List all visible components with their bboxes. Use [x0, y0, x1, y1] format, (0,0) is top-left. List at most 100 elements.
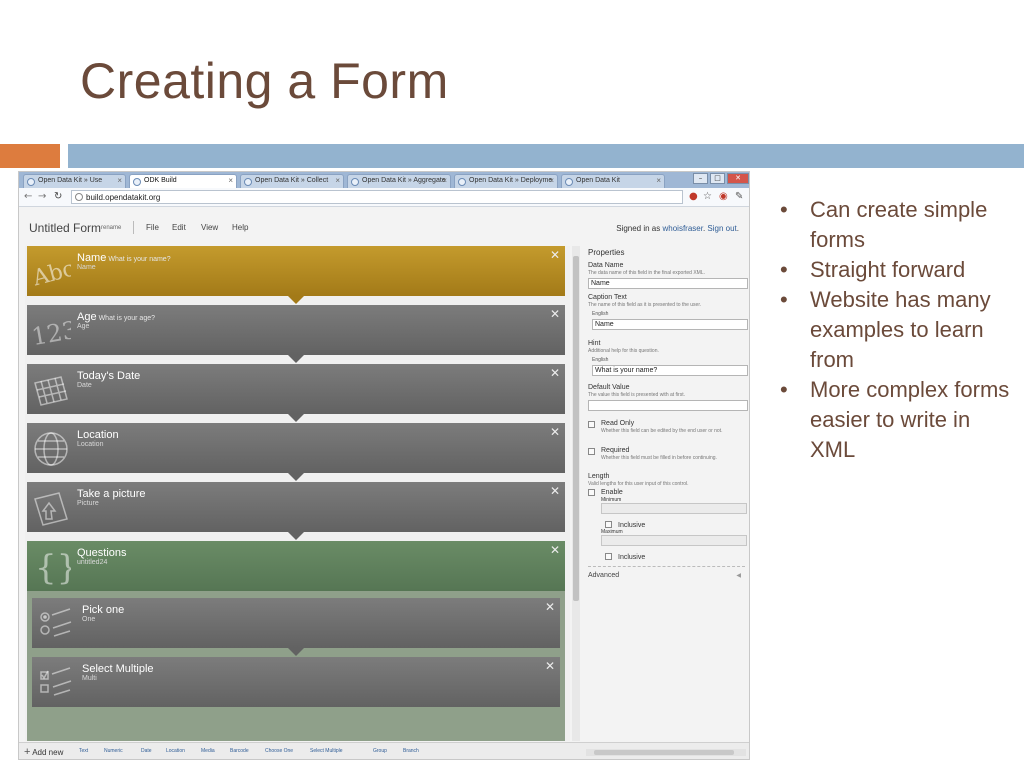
canvas-scrollbar[interactable] — [572, 246, 580, 741]
tab-odk-deployment[interactable]: Open Data Kit » Deployme × — [454, 174, 558, 188]
forward-icon[interactable]: → — [38, 191, 46, 202]
checkbox-label: Inclusive — [618, 554, 646, 561]
control-date[interactable]: Today's Date Date ✕ — [27, 364, 565, 422]
add-new-text: Add new — [32, 748, 64, 757]
tab-odk-aggregate[interactable]: Open Data Kit » Aggregate × — [347, 174, 451, 188]
close-icon[interactable]: ✕ — [550, 366, 560, 380]
control-select-multiple[interactable]: Select Multiple Multi ✕ — [32, 657, 560, 707]
advanced-section-toggle[interactable]: Advanced ◀ — [588, 566, 745, 579]
close-icon[interactable]: × — [549, 176, 554, 185]
tab-odk[interactable]: Open Data Kit × — [561, 174, 665, 188]
wrench-icon[interactable]: ✎ — [735, 191, 743, 202]
checkbox[interactable] — [588, 489, 595, 496]
add-choose-one-button[interactable]: Choose One — [265, 748, 293, 754]
sign-out-link[interactable]: Sign out — [707, 224, 736, 233]
checkbox[interactable] — [588, 421, 595, 428]
minimize-icon[interactable]: – — [693, 173, 708, 184]
language-label: English — [592, 311, 609, 317]
close-icon[interactable]: ✕ — [550, 307, 560, 321]
star-icon[interactable]: ☆ — [703, 191, 712, 202]
close-icon[interactable]: ✕ — [545, 659, 555, 673]
caption-input[interactable]: Name — [592, 319, 748, 330]
reload-icon[interactable]: ↻ — [54, 191, 62, 202]
close-icon[interactable]: × — [228, 176, 233, 185]
field-description: Additional help for this question. — [588, 348, 659, 354]
tab-label: Open Data Kit » Use — [38, 177, 103, 184]
close-icon[interactable]: ✕ — [550, 543, 560, 557]
add-group-button[interactable]: Group — [373, 748, 387, 754]
control-questions-group[interactable]: {} Questions untitled24 ✕ — [27, 541, 565, 591]
control-title: Age — [77, 311, 97, 323]
close-icon[interactable]: ✕ — [550, 484, 560, 498]
menu-file[interactable]: File — [146, 223, 159, 232]
maximum-field: Maximum — [601, 529, 747, 546]
close-icon[interactable]: ✕ — [545, 600, 555, 614]
close-icon[interactable]: × — [656, 176, 661, 185]
checkbox[interactable] — [588, 448, 595, 455]
close-icon[interactable]: × — [442, 176, 447, 185]
close-icon[interactable]: ✕ — [550, 248, 560, 262]
add-branch-button[interactable]: Branch — [403, 748, 419, 754]
bullet-list: Can create simple forms Straight forward… — [778, 195, 1013, 465]
add-location-button[interactable]: Location — [166, 748, 185, 754]
svg-text:{}: {} — [35, 548, 71, 586]
add-text-button[interactable]: Text — [79, 748, 88, 754]
properties-horizontal-scrollbar[interactable] — [586, 749, 746, 756]
checkbox[interactable] — [605, 521, 612, 528]
scrollbar-thumb[interactable] — [573, 256, 579, 601]
plus-icon: + — [24, 746, 31, 758]
control-title: Select Multiple — [82, 663, 154, 675]
minimum-input[interactable] — [601, 503, 747, 514]
caption-field: Caption Text The name of this field as i… — [588, 294, 748, 330]
connector-arrow — [288, 648, 304, 656]
scrollbar-thumb[interactable] — [594, 750, 734, 755]
add-select-multiple-button[interactable]: Select Multiple — [310, 748, 343, 754]
picture-icon — [34, 492, 68, 526]
add-numeric-button[interactable]: Numeric — [104, 748, 123, 754]
control-name[interactable]: Abc Name What is your name? Name ✕ — [27, 246, 565, 304]
add-media-button[interactable]: Media — [201, 748, 215, 754]
tab-label: ODK Build — [144, 177, 177, 184]
add-barcode-button[interactable]: Barcode — [230, 748, 249, 754]
close-icon[interactable]: × — [117, 176, 122, 185]
add-date-button[interactable]: Date — [141, 748, 152, 754]
field-label: Data Name — [588, 262, 624, 269]
menu-help[interactable]: Help — [232, 223, 248, 232]
control-label: Select Multiple — [82, 663, 154, 675]
tab-odk-build[interactable]: ODK Build × — [129, 174, 237, 188]
close-window-icon[interactable]: ✕ — [727, 173, 749, 184]
questions-group-body: Pick one One ✕ Select Multiple Multi ✕ — [27, 591, 565, 741]
maximize-icon[interactable]: □ — [710, 173, 725, 184]
close-icon[interactable]: × — [335, 176, 340, 185]
control-age[interactable]: 123 Age What is your age? Age ✕ — [27, 305, 565, 363]
page-icon — [351, 178, 359, 186]
checkbox-label: Required — [601, 447, 630, 454]
hint-input[interactable]: What is your name? — [592, 365, 748, 376]
opera-icon[interactable]: ◉ — [719, 191, 728, 202]
control-picture[interactable]: Take a picture Picture ✕ — [27, 482, 565, 540]
adblock-icon[interactable]: ● — [689, 191, 698, 202]
checkbox[interactable] — [605, 553, 612, 560]
tab-odk-use[interactable]: Open Data Kit » Use × — [23, 174, 126, 188]
control-location[interactable]: Location Location ✕ — [27, 423, 565, 481]
language-label: English — [592, 357, 609, 363]
data-name-input[interactable]: Name — [588, 278, 748, 289]
back-icon[interactable]: ← — [24, 191, 32, 202]
tab-odk-collect[interactable]: Open Data Kit » Collect × — [240, 174, 344, 188]
connector-arrow — [288, 473, 304, 481]
control-subtitle: Date — [77, 382, 92, 389]
control-subtitle: Multi — [82, 675, 97, 682]
control-label: Questions — [77, 547, 129, 559]
default-value-input[interactable] — [588, 400, 748, 411]
url-field[interactable]: build.opendatakit.org — [71, 190, 683, 204]
menu-edit[interactable]: Edit — [172, 223, 186, 232]
menu-view[interactable]: View — [201, 223, 218, 232]
username-link[interactable]: whoisfraser — [662, 224, 702, 233]
maximum-input[interactable] — [601, 535, 747, 546]
control-pick-one[interactable]: Pick one One ✕ — [32, 598, 560, 656]
close-icon[interactable]: ✕ — [550, 425, 560, 439]
connector-arrow — [288, 532, 304, 540]
control-label: Take a picture — [77, 488, 147, 500]
rename-link[interactable]: rename — [101, 225, 121, 231]
form-canvas: Abc Name What is your name? Name ✕ 123 Ag… — [25, 246, 570, 741]
